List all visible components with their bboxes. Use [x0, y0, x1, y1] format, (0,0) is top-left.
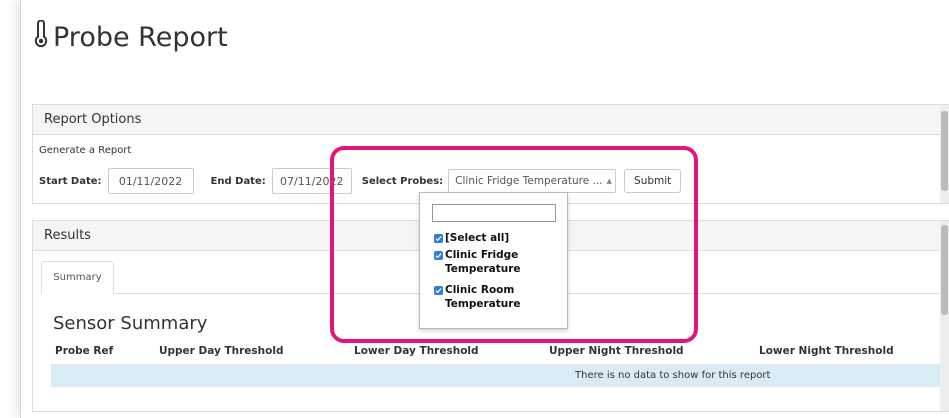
option-label: Clinic Room Temperature — [445, 284, 521, 310]
option-clinic-fridge-temperature[interactable]: Clinic Fridge Temperature — [434, 248, 544, 276]
scrollbar-thumb[interactable] — [941, 111, 948, 191]
option-clinic-room-temperature[interactable]: Clinic Room Temperature — [434, 283, 544, 311]
thermometer-icon — [32, 19, 50, 55]
scrollbar[interactable] — [940, 221, 949, 411]
column-header-lower-day: Lower Day Threshold — [354, 345, 479, 357]
page-title-text: Probe Report — [53, 22, 228, 53]
column-header-upper-day: Upper Day Threshold — [159, 345, 284, 357]
option-label: [Select all] — [445, 232, 510, 244]
start-date-label: Start Date: — [39, 175, 102, 187]
scrollbar-thumb[interactable] — [941, 225, 948, 315]
select-probes-label: Select Probes: — [361, 175, 444, 187]
scrollbar[interactable] — [940, 105, 949, 203]
sensor-summary-title: Sensor Summary — [53, 313, 208, 334]
start-date-input[interactable]: 01/11/2022 — [107, 168, 194, 194]
select-probes-dropdown[interactable]: Clinic Fridge Temperature ... ▲ — [448, 169, 617, 193]
submit-button[interactable]: Submit — [624, 169, 682, 193]
report-options-panel: Report Options Generate a Report Start D… — [32, 104, 949, 204]
report-options-header: Report Options — [33, 105, 949, 135]
probes-search-input[interactable] — [432, 204, 556, 222]
option-label: Clinic Fridge Temperature — [445, 249, 521, 275]
checkbox-checked-icon[interactable] — [434, 251, 443, 260]
no-data-row: There is no data to show for this report — [51, 364, 949, 387]
report-options-row: Start Date: 01/11/2022 End Date: 07/11/2… — [39, 168, 682, 194]
probes-dropdown-list: [Select all] Clinic Fridge Temperature C… — [419, 192, 568, 329]
end-date-input[interactable]: 07/11/2022 — [271, 168, 352, 194]
option-select-all[interactable]: [Select all] — [434, 231, 509, 245]
column-header-probe-ref: Probe Ref — [55, 345, 114, 357]
caret-up-icon: ▲ — [606, 177, 612, 185]
end-date-label: End Date: — [210, 175, 266, 187]
column-header-upper-night: Upper Night Threshold — [549, 345, 684, 357]
tab-summary[interactable]: Summary — [41, 261, 114, 294]
checkbox-checked-icon[interactable] — [434, 286, 443, 295]
generate-report-label: Generate a Report — [39, 145, 132, 156]
no-data-message: There is no data to show for this report — [575, 370, 771, 381]
page-title: Probe Report — [32, 19, 228, 55]
column-header-lower-night: Lower Night Threshold — [759, 345, 894, 357]
select-probes-value: Clinic Fridge Temperature ... — [455, 175, 603, 187]
checkbox-checked-icon[interactable] — [434, 234, 443, 243]
